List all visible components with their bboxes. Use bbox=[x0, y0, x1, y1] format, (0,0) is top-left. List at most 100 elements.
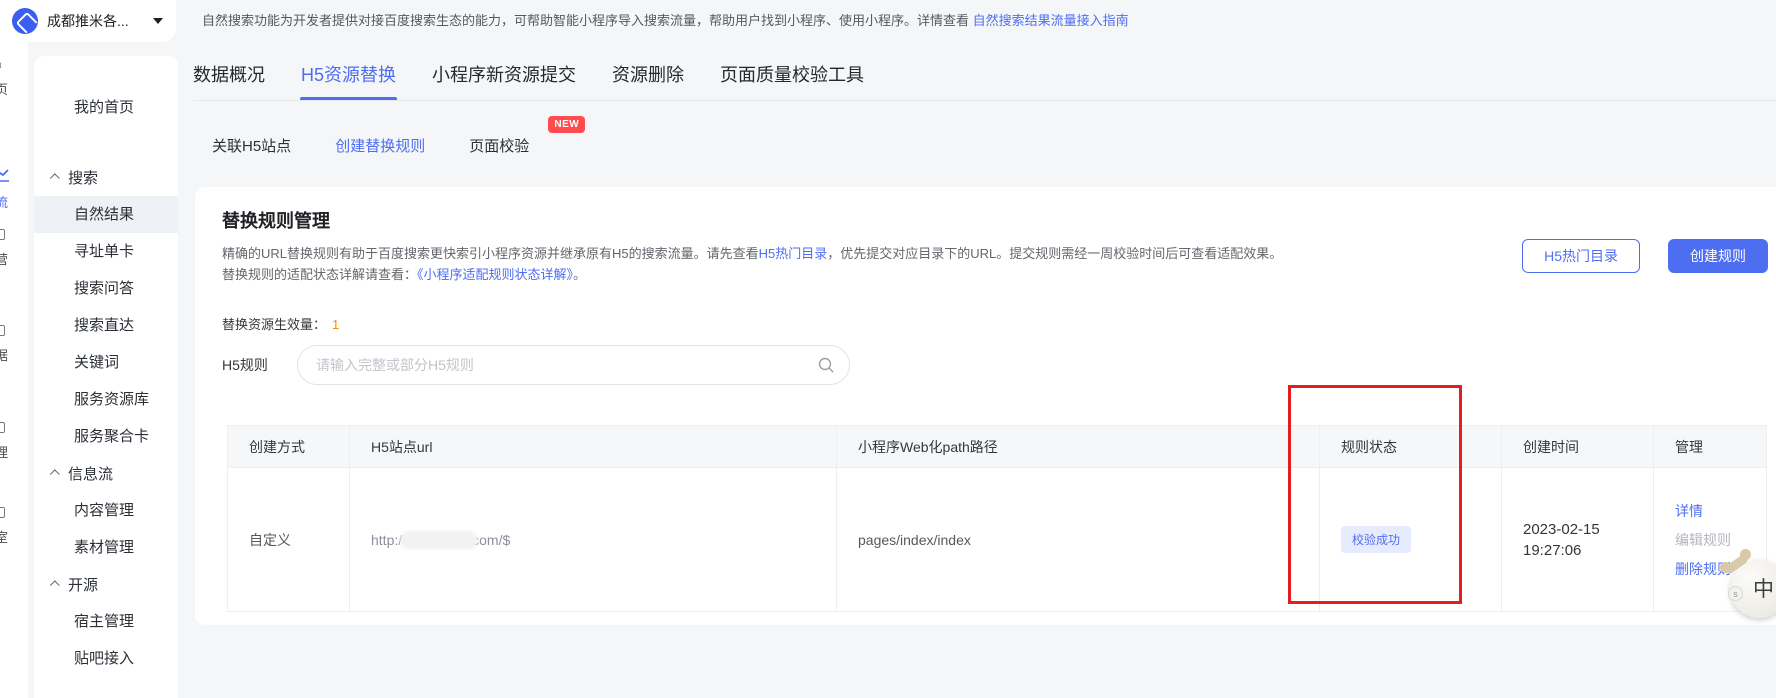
cell-path: pages/index/index bbox=[836, 468, 1319, 611]
cell-url: http:/com/$ bbox=[349, 468, 836, 611]
tab-h5-resource-replace[interactable]: H5资源替换 bbox=[301, 53, 396, 101]
filter-label: H5规则 bbox=[222, 355, 297, 375]
created-clock: 19:27:06 bbox=[1523, 542, 1581, 559]
search-icon[interactable] bbox=[817, 356, 835, 374]
sidebar-item-search-direct[interactable]: 搜索直达 bbox=[34, 307, 178, 344]
desc-text: ，优先提交对应目录下的URL。提交规则需经一周校验时间后可查看适配效果。 bbox=[827, 246, 1282, 261]
h5-rule-search-input[interactable] bbox=[297, 345, 850, 385]
content-card: 替换规则管理 精确的URL替换规则有助于百度搜索更快索引小程序资源并继承原有H5… bbox=[195, 187, 1776, 625]
search-box bbox=[297, 345, 850, 385]
rail-item-data[interactable]: 据 bbox=[0, 321, 28, 364]
chevron-up-icon bbox=[50, 580, 60, 590]
sidebar-section-feed[interactable]: 信息流 bbox=[34, 455, 178, 492]
panel-description: 精确的URL替换规则有助于百度搜索更快索引小程序资源并继承原有H5的搜索流量。请… bbox=[222, 243, 1282, 285]
chevron-up-icon bbox=[50, 173, 60, 183]
rail-label: 理 bbox=[0, 442, 28, 461]
caret-down-icon bbox=[153, 18, 163, 24]
column-header-h5-site-url: H5站点url bbox=[349, 426, 836, 467]
sidebar-section-label: 搜索 bbox=[68, 167, 98, 188]
sidebar-section-open-source[interactable]: 开源 bbox=[34, 566, 178, 603]
sidebar-section-label: 开源 bbox=[68, 574, 98, 595]
lab-icon bbox=[0, 507, 5, 518]
sidebar-item-search-qa[interactable]: 搜索问答 bbox=[34, 270, 178, 307]
data-icon bbox=[0, 325, 5, 336]
url-value: http:/com/$ bbox=[371, 531, 510, 549]
desc-text: 。 bbox=[573, 267, 586, 282]
rail-item-marketing[interactable]: 营 bbox=[0, 225, 28, 268]
effective-count-value: 1 bbox=[332, 317, 339, 332]
tab-resource-delete[interactable]: 资源删除 bbox=[612, 53, 684, 101]
marketing-icon bbox=[0, 229, 5, 240]
cell-rule-status: 校验成功 bbox=[1319, 468, 1501, 611]
sidebar-section-label: 信息流 bbox=[68, 463, 113, 484]
rail-item-manage[interactable]: 理 bbox=[0, 418, 28, 461]
sidebar: 我的首页 搜索 自然结果 寻址单卡 搜索问答 搜索直达 关键词 服务资源库 服务… bbox=[34, 56, 178, 698]
page-description-text: 自然搜索功能为开发者提供对接百度搜索生态的能力，可帮助智能小程序导入搜索流量，帮… bbox=[202, 13, 973, 28]
action-detail-link[interactable]: 详情 bbox=[1675, 501, 1703, 521]
sidebar-section-search[interactable]: 搜索 bbox=[34, 159, 178, 196]
page-description: 自然搜索功能为开发者提供对接百度搜索生态的能力，可帮助智能小程序导入搜索流量，帮… bbox=[202, 10, 1129, 29]
smart-program-logo-icon bbox=[12, 8, 38, 34]
h5-hot-directory-button[interactable]: H5热门目录 bbox=[1522, 239, 1640, 273]
effective-count-label: 替换资源生效量： bbox=[222, 317, 326, 332]
rule-status-detail-link[interactable]: 《小程序适配规则状态详解》 bbox=[417, 267, 573, 282]
effective-count: 替换资源生效量： 1 bbox=[222, 314, 339, 333]
ime-badge: s bbox=[1728, 586, 1743, 601]
table-header-row: 创建方式 H5站点url 小程序Web化path路径 规则状态 创建时间 管理 bbox=[228, 426, 1766, 468]
url-prefix: http:/ bbox=[371, 532, 402, 548]
rail-label: 页 bbox=[0, 79, 28, 98]
panel-buttons: H5热门目录 创建规则 bbox=[1522, 239, 1768, 273]
sub-tabs: 关联H5站点 创建替换规则 页面校验 NEW bbox=[212, 128, 529, 162]
h5-hot-directory-link[interactable]: H5热门目录 bbox=[759, 246, 828, 261]
action-edit-rule-link[interactable]: 编辑规则 bbox=[1675, 530, 1731, 550]
rail-label: 室 bbox=[0, 527, 28, 546]
new-badge: NEW bbox=[548, 116, 585, 133]
status-badge: 校验成功 bbox=[1341, 526, 1411, 553]
manage-icon bbox=[0, 422, 5, 433]
tab-new-resource-submit[interactable]: 小程序新资源提交 bbox=[432, 53, 576, 101]
column-header-manage: 管理 bbox=[1653, 426, 1766, 467]
chevron-up-icon bbox=[50, 469, 60, 479]
rail-item-traffic[interactable]: 流 bbox=[0, 168, 28, 211]
main-tabs: 数据概况 H5资源替换 小程序新资源提交 资源删除 页面质量校验工具 bbox=[193, 53, 864, 101]
tab-data-overview[interactable]: 数据概况 bbox=[193, 53, 265, 101]
sidebar-item-keywords[interactable]: 关键词 bbox=[34, 344, 178, 381]
create-rule-button[interactable]: 创建规则 bbox=[1668, 239, 1768, 273]
rail-label: 营 bbox=[0, 249, 28, 268]
traffic-guide-link[interactable]: 自然搜索结果流量接入指南 bbox=[973, 13, 1129, 28]
sidebar-item-addressing-card[interactable]: 寻址单卡 bbox=[34, 233, 178, 270]
url-redaction-blur bbox=[400, 531, 478, 549]
subtab-label: 页面校验 bbox=[469, 138, 529, 155]
column-header-web-path: 小程序Web化path路径 bbox=[836, 426, 1319, 467]
rail-item-home[interactable]: ⌂ 页 bbox=[0, 55, 28, 98]
desc-text: 精确的URL替换规则有助于百度搜索更快索引小程序资源并继承原有H5的搜索流量。请… bbox=[222, 246, 759, 261]
rail-label: 据 bbox=[0, 345, 28, 364]
sidebar-item-tieba-access[interactable]: 贴吧接入 bbox=[34, 640, 178, 677]
column-header-create-mode: 创建方式 bbox=[228, 426, 349, 467]
table-row: 自定义 http:/com/$ pages/index/index 校验成功 2… bbox=[228, 468, 1766, 611]
rail-item-lab[interactable]: 室 bbox=[0, 503, 28, 546]
sidebar-item-service-aggregation-card[interactable]: 服务聚合卡 bbox=[34, 418, 178, 455]
subtab-page-check[interactable]: 页面校验 NEW bbox=[469, 135, 529, 156]
sidebar-item-service-resource-lib[interactable]: 服务资源库 bbox=[34, 381, 178, 418]
sidebar-item-material-manage[interactable]: 素材管理 bbox=[34, 529, 178, 566]
ime-char: 中 bbox=[1753, 573, 1774, 603]
workspace-selector[interactable]: 成都推米各... bbox=[0, 0, 176, 42]
panel-description-line1: 精确的URL替换规则有助于百度搜索更快索引小程序资源并继承原有H5的搜索流量。请… bbox=[222, 243, 1282, 264]
ime-float-widget[interactable]: s 中 bbox=[1722, 552, 1776, 622]
column-header-rule-status: 规则状态 bbox=[1319, 426, 1501, 467]
created-date: 2023-02-15 bbox=[1523, 521, 1600, 538]
traffic-chart-icon bbox=[0, 168, 28, 188]
rail-label: 流 bbox=[0, 192, 28, 211]
panel-description-line2: 替换规则的适配状态详解请查看：《小程序适配规则状态详解》。 bbox=[222, 264, 1282, 285]
home-icon: ⌂ bbox=[0, 55, 28, 75]
sidebar-item-content-manage[interactable]: 内容管理 bbox=[34, 492, 178, 529]
tab-page-quality-tool[interactable]: 页面质量校验工具 bbox=[720, 53, 864, 101]
sidebar-item-host-manage[interactable]: 宿主管理 bbox=[34, 603, 178, 640]
subtab-create-replace-rule[interactable]: 创建替换规则 bbox=[335, 135, 425, 156]
left-rail: ⌂ 页 流 营 据 理 室 bbox=[0, 0, 28, 698]
sidebar-item-natural-results[interactable]: 自然结果 bbox=[34, 196, 178, 233]
sidebar-item-my-home[interactable]: 我的首页 bbox=[34, 90, 178, 126]
cell-created-time: 2023-02-15 19:27:06 bbox=[1501, 468, 1653, 611]
subtab-link-h5-site[interactable]: 关联H5站点 bbox=[212, 135, 291, 156]
